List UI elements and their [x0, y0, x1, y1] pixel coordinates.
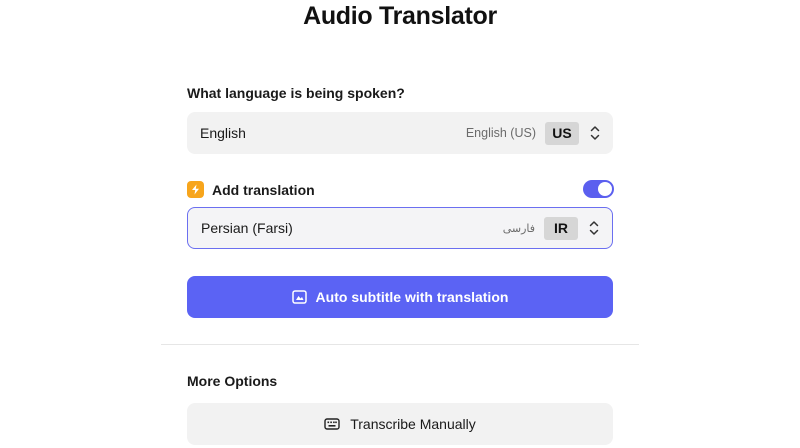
source-language-native: English (US) [465, 126, 536, 140]
bolt-icon [187, 181, 204, 198]
auto-subtitle-label: Auto subtitle with translation [315, 289, 509, 305]
target-language-name: Persian (Farsi) [201, 220, 293, 236]
chevron-up-down-icon [589, 221, 599, 235]
more-options-heading: More Options [187, 373, 278, 389]
add-translation-label: Add translation [212, 182, 315, 198]
auto-subtitle-button[interactable]: Auto subtitle with translation [187, 276, 613, 318]
source-language-select[interactable]: English English (US) US [187, 112, 613, 154]
section-divider [161, 344, 639, 345]
transcribe-manually-button[interactable]: Transcribe Manually [187, 403, 613, 445]
source-language-name: English [200, 125, 246, 141]
source-language-code: US [545, 121, 579, 145]
keyboard-icon [324, 418, 340, 430]
target-language-select[interactable]: Persian (Farsi) فارسی IR [187, 207, 613, 249]
target-language-native: فارسی [502, 221, 535, 235]
toggle-knob [598, 182, 612, 196]
translation-toggle[interactable] [583, 180, 614, 198]
subtitle-icon [291, 290, 307, 304]
target-language-code: IR [544, 216, 578, 240]
page-title: Audio Translator [303, 2, 497, 30]
transcribe-manually-label: Transcribe Manually [350, 416, 476, 432]
source-language-question: What language is being spoken? [187, 85, 405, 101]
chevron-up-down-icon [590, 126, 600, 140]
